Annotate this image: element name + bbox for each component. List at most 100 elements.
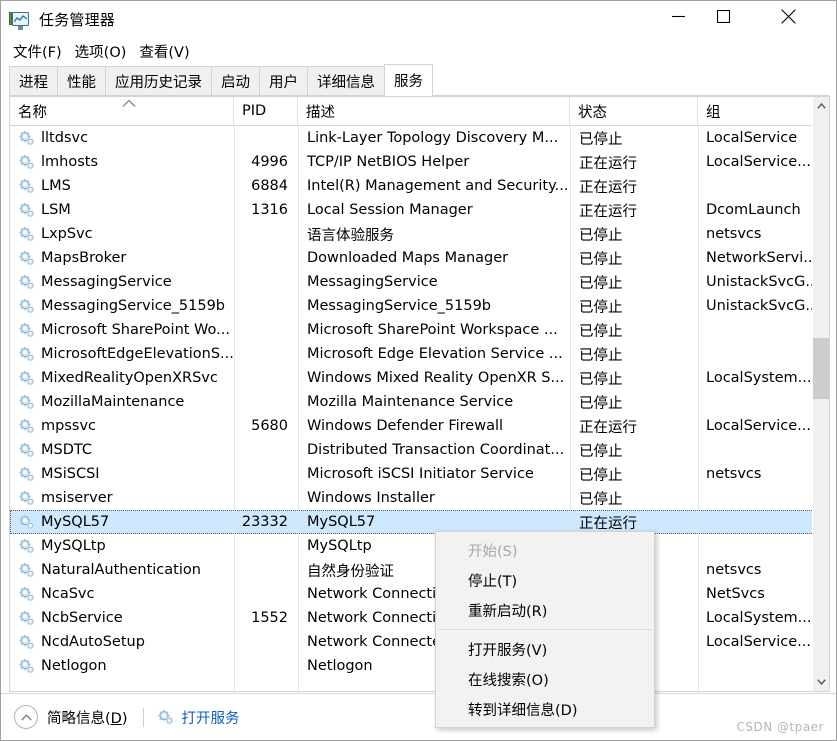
- scroll-up-arrow[interactable]: [813, 97, 829, 115]
- cell-pid: 1316: [251, 202, 288, 218]
- cell-description: Downloaded Maps Manager: [307, 250, 509, 266]
- menu-item-0[interactable]: 文件(F): [9, 40, 71, 64]
- cell-group: UnistackSvcG...: [706, 298, 814, 314]
- column-header-pid[interactable]: PID: [234, 97, 298, 125]
- table-row[interactable]: MSiSCSI Microsoft iSCSI Initiator Service…: [10, 462, 814, 486]
- scroll-down-arrow[interactable]: [813, 673, 829, 691]
- table-row[interactable]: LMS 6884 Intel(R) Management and Security.…: [10, 174, 814, 198]
- chevron-up-icon: [14, 705, 38, 729]
- column-header-status[interactable]: 状态: [570, 97, 698, 125]
- fewer-details-button[interactable]: 简略信息(D): [14, 705, 128, 729]
- cell-group: LocalSystem...: [706, 370, 812, 386]
- close-button[interactable]: [766, 1, 811, 31]
- service-name: lltdsvc: [41, 130, 89, 146]
- table-row[interactable]: mpssvc 5680 Windows Defender Firewall 正在运行 L…: [10, 414, 814, 438]
- cell-description: Windows Defender Firewall: [307, 418, 504, 434]
- table-row[interactable]: msiserver Windows Installer 已停止: [10, 486, 814, 510]
- table-row[interactable]: MySQL57 23332 MySQL57 正在运行: [10, 510, 814, 534]
- tab-2[interactable]: 应用历史记录: [105, 66, 212, 95]
- table-row[interactable]: NcdAutoSetupNetwork Connected Devices Au…: [10, 630, 814, 654]
- table-row[interactable]: Netlogon Netlogon: [10, 654, 814, 678]
- cell-pid: [234, 126, 298, 150]
- cell-status: 正在运行: [579, 419, 637, 436]
- scrollbar-thumb[interactable]: [813, 338, 829, 399]
- service-gear-icon: [18, 178, 35, 194]
- cell-status: 已停止: [579, 227, 623, 244]
- cell-description: Mozilla Maintenance Service: [307, 394, 514, 410]
- cell-name: NcdAutoSetup: [10, 630, 234, 654]
- cell-group: [698, 390, 814, 414]
- table-row[interactable]: MySQLtp MySQLtp: [10, 534, 814, 558]
- table-row[interactable]: MessagingService MessagingService 已停止 Unist…: [10, 270, 814, 294]
- cell-pid: [234, 438, 298, 462]
- tab-6[interactable]: 服务: [384, 64, 433, 96]
- tab-3[interactable]: 启动: [211, 66, 260, 95]
- cell-name: MySQLtp: [10, 534, 234, 558]
- cell-description: TCP/IP NetBIOS Helper: [307, 154, 470, 170]
- cell-status: 已停止: [579, 275, 623, 292]
- menu-item-2[interactable]: 查看(V): [135, 40, 198, 64]
- minimize-button[interactable]: [656, 1, 701, 31]
- cell-status: 正在运行: [579, 179, 637, 196]
- column-header-group[interactable]: 组: [698, 97, 829, 125]
- context-menu-item-0: 开始(S): [468, 543, 518, 560]
- tab-1[interactable]: 性能: [57, 66, 106, 95]
- service-gear-icon: [18, 514, 35, 530]
- column-header-label: 状态: [578, 104, 607, 121]
- context-menu-item-5[interactable]: 转到详细信息(D): [436, 694, 654, 724]
- service-name: MozillaMaintenance: [41, 394, 185, 410]
- service-name: msiserver: [41, 490, 113, 506]
- table-row[interactable]: NcaSvc Network Connectivity Assistant NetS…: [10, 582, 814, 606]
- services-list-view[interactable]: 名称 PID 描述 状态 组 lltdsvc Link-Layer Topology Di…: [9, 96, 830, 692]
- service-name: NcbService: [41, 610, 123, 626]
- cell-group: [698, 342, 814, 366]
- vertical-scrollbar[interactable]: [812, 97, 829, 691]
- cell-name: NcbService: [10, 606, 234, 630]
- table-row[interactable]: MapsBroker Downloaded Maps Manager 已停止 Netw…: [10, 246, 814, 270]
- table-row[interactable]: LxpSvc 语言体验服务 已停止 netsvcs: [10, 222, 814, 246]
- table-row[interactable]: lltdsvc Link-Layer Topology Discovery M..…: [10, 126, 814, 150]
- context-menu-item-1[interactable]: 停止(T): [436, 565, 654, 595]
- status-bar-divider: [142, 707, 144, 727]
- service-gear-icon: [18, 466, 35, 482]
- context-menu[interactable]: 开始(S) 停止(T) 重新启动(R) 打开服务(V) 在线搜索(O) 转到详细信息(D): [435, 531, 655, 728]
- table-row[interactable]: NcbService 1552 Network Connection Broker L…: [10, 606, 814, 630]
- table-row[interactable]: MSDTC Distributed Transaction Coordinat..…: [10, 438, 814, 462]
- service-gear-icon: [18, 226, 35, 242]
- cell-group: netsvcs: [706, 466, 762, 482]
- cell-group: [698, 654, 814, 678]
- cell-name: MessagingService: [10, 270, 234, 294]
- tab-5[interactable]: 详细信息: [307, 66, 385, 95]
- column-header-description[interactable]: 描述: [298, 97, 570, 125]
- table-row[interactable]: NaturalAuthentication 自然身份验证 netsvcs: [10, 558, 814, 582]
- cell-group: [698, 510, 814, 534]
- cell-group: netsvcs: [706, 226, 762, 242]
- cell-name: lltdsvc: [10, 126, 234, 150]
- cell-pid: [234, 462, 298, 486]
- table-row[interactable]: LSM 1316 Local Session Manager 正在运行 DcomLaun…: [10, 198, 814, 222]
- table-row[interactable]: MicrosoftEdgeElevationS... Microsoft Edge…: [10, 342, 814, 366]
- table-row[interactable]: Microsoft SharePoint Wo... Microsoft Shar…: [10, 318, 814, 342]
- service-gear-icon: [18, 370, 35, 386]
- service-name: MSiSCSI: [41, 466, 100, 482]
- tab-0[interactable]: 进程: [9, 66, 58, 95]
- column-header-name[interactable]: 名称: [10, 97, 234, 125]
- cell-description: 语言体验服务: [307, 227, 394, 244]
- context-menu-item-2[interactable]: 重新启动(R): [436, 595, 654, 625]
- service-name: lmhosts: [41, 154, 99, 170]
- context-menu-item-3[interactable]: 打开服务(V): [436, 634, 654, 664]
- maximize-button[interactable]: [701, 1, 746, 31]
- table-row[interactable]: lmhosts 4996 TCP/IP NetBIOS Helper 正在运行 Loca…: [10, 150, 814, 174]
- open-services-label: 打开服务: [181, 710, 240, 727]
- tab-4[interactable]: 用户: [259, 66, 308, 95]
- table-row[interactable]: MozillaMaintenance Mozilla Maintenance Se…: [10, 390, 814, 414]
- context-menu-item-4[interactable]: 在线搜索(O): [436, 664, 654, 694]
- cell-description: Windows Mixed Reality OpenXR S...: [307, 370, 565, 386]
- service-gear-icon: [18, 154, 35, 170]
- service-name: NaturalAuthentication: [41, 562, 201, 578]
- service-gear-icon: [18, 130, 35, 146]
- menu-item-1[interactable]: 选项(O): [71, 40, 136, 64]
- open-services-button[interactable]: 打开服务: [157, 707, 240, 728]
- table-row[interactable]: MessagingService_5159b MessagingService_5…: [10, 294, 814, 318]
- table-row[interactable]: MixedRealityOpenXRSvc Windows Mixed Reali…: [10, 366, 814, 390]
